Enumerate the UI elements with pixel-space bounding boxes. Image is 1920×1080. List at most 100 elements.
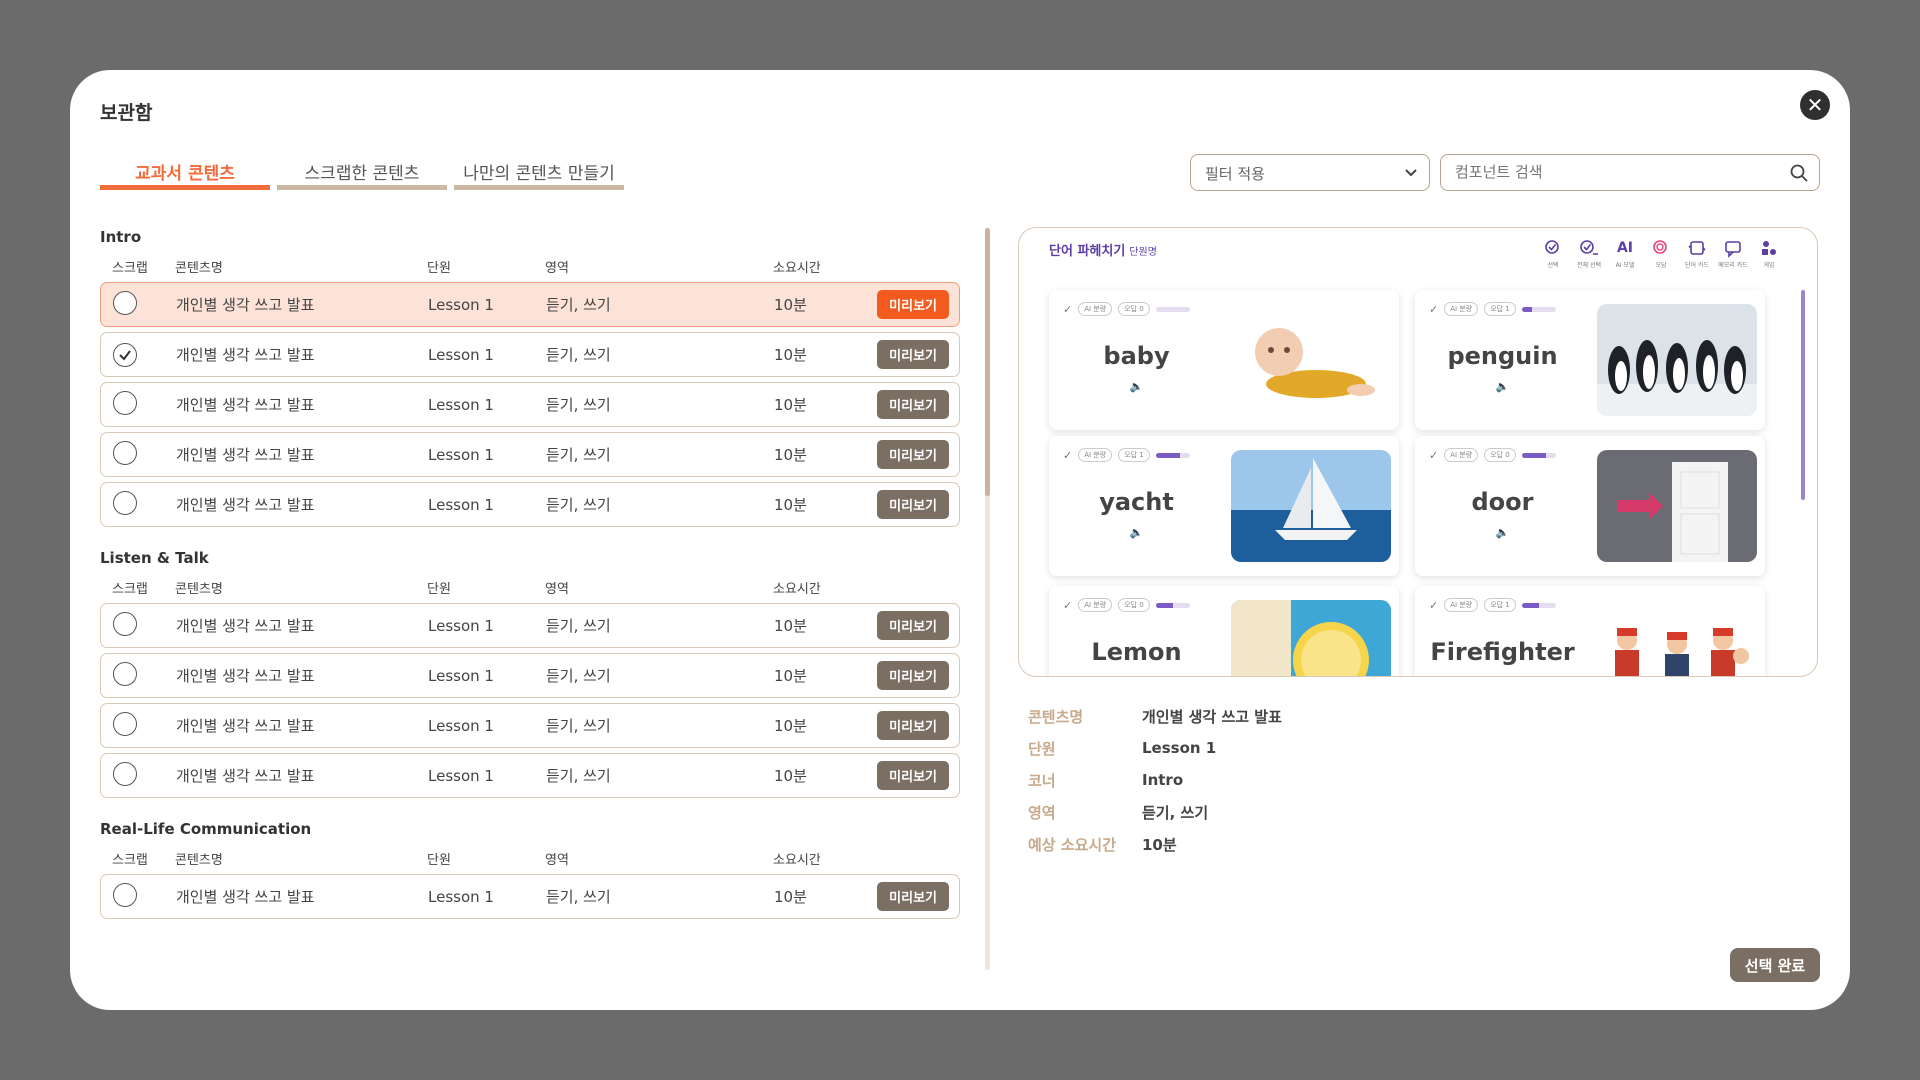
speaker-icon[interactable]: 🔈 xyxy=(1415,526,1590,539)
word-text: penguin xyxy=(1447,342,1558,370)
preview-toolbar: 선택 전체 선택 AI AI 모델 오답 단어 카드 메모리 카드 게임 xyxy=(1539,238,1783,269)
preview-button[interactable]: 미리보기 xyxy=(877,711,949,740)
tab-my-content[interactable]: 나만의 콘텐츠 만들기 xyxy=(454,156,624,190)
table-row[interactable]: 개인별 생각 쓰고 발표 Lesson 1 듣기, 쓰기 10분 미리보기 xyxy=(100,653,960,698)
content-details: 콘텐츠명 개인별 생각 쓰고 발표 단원 Lesson 1 코너 Intro 영역 듣기, 쓰… xyxy=(1028,700,1282,860)
scrap-checkbox[interactable] xyxy=(113,761,137,786)
table-row[interactable]: 개인별 생각 쓰고 발표 Lesson 1 듣기, 쓰기 10분 미리보기 xyxy=(100,282,960,327)
table-row[interactable]: 개인별 생각 쓰고 발표 Lesson 1 듣기, 쓰기 10분 미리보기 xyxy=(100,753,960,798)
speaker-icon[interactable]: 🔈 xyxy=(1415,380,1590,393)
word-card[interactable]: ✓ AI 분량 오답 0 Lemon 🔈 xyxy=(1049,586,1399,677)
column-header: 스크랩 콘텐츠명 단원 영역 소요시간 xyxy=(100,571,960,603)
penguin-image xyxy=(1597,304,1757,416)
preview-button[interactable]: 미리보기 xyxy=(877,290,949,319)
preview-button[interactable]: 미리보기 xyxy=(877,661,949,690)
detail-row: 코너 Intro xyxy=(1028,764,1282,796)
memory-card-icon[interactable]: 메모리 카드 xyxy=(1718,238,1748,269)
speaker-icon[interactable]: 🔈 xyxy=(1049,676,1224,677)
check-icon[interactable]: ✓ xyxy=(1429,303,1438,316)
ai-icon[interactable]: AI AI 모델 xyxy=(1611,238,1639,269)
check-icon[interactable]: ✓ xyxy=(1063,599,1072,612)
word-card[interactable]: ✓ AI 분량 오답 0 baby 🔈 xyxy=(1049,290,1399,430)
content-unit: Lesson 1 xyxy=(428,716,494,735)
scrap-checkbox[interactable] xyxy=(113,490,137,515)
preview-button[interactable]: 미리보기 xyxy=(877,390,949,419)
table-row[interactable]: 개인별 생각 쓰고 발표 Lesson 1 듣기, 쓰기 10분 미리보기 xyxy=(100,603,960,648)
content-time: 10분 xyxy=(774,617,807,635)
column-header-name: 콘텐츠명 xyxy=(175,852,223,868)
scrap-checkbox[interactable] xyxy=(113,611,137,636)
section-title: Real-Life Communication xyxy=(100,820,312,838)
word-card-meta: ✓ AI 분량 오답 0 xyxy=(1063,598,1190,612)
column-header-scrap: 스크랩 xyxy=(112,260,148,276)
search-icon[interactable] xyxy=(1789,163,1809,183)
table-row[interactable]: 개인별 생각 쓰고 발표 Lesson 1 듣기, 쓰기 10분 미리보기 xyxy=(100,432,960,477)
table-row[interactable]: 개인별 생각 쓰고 발표 Lesson 1 듣기, 쓰기 10분 미리보기 xyxy=(100,382,960,427)
scrap-checkbox[interactable] xyxy=(113,342,137,367)
word-text: yacht xyxy=(1099,488,1174,516)
table-row[interactable]: 개인별 생각 쓰고 발표 Lesson 1 듣기, 쓰기 10분 미리보기 xyxy=(100,482,960,527)
preview-cell: 미리보기 xyxy=(874,882,959,911)
progress-bar xyxy=(1155,306,1190,312)
speaker-icon[interactable]: 🔈 xyxy=(1049,380,1224,393)
search-input[interactable] xyxy=(1455,163,1775,181)
check-icon[interactable]: ✓ xyxy=(1429,449,1438,462)
check-circle-icon[interactable]: 선택 xyxy=(1539,238,1567,269)
preview-button[interactable]: 미리보기 xyxy=(877,761,949,790)
scrap-checkbox[interactable] xyxy=(113,882,137,907)
preview-cell: 미리보기 xyxy=(874,661,959,690)
select-done-button[interactable]: 선택 완료 xyxy=(1730,948,1820,982)
wrong-answer-icon[interactable]: 오답 xyxy=(1647,238,1675,269)
close-icon[interactable]: ✕ xyxy=(1800,90,1830,120)
speaker-icon[interactable]: 🔈 xyxy=(1415,676,1590,677)
tab-bar: 교과서 콘텐츠 스크랩한 콘텐츠 나만의 콘텐츠 만들기 xyxy=(100,156,624,190)
wrong-badge: 오답 1 xyxy=(1118,448,1150,462)
speaker-icon[interactable]: 🔈 xyxy=(1049,526,1224,539)
table-row[interactable]: 개인별 생각 쓰고 발표 Lesson 1 듣기, 쓰기 10분 미리보기 xyxy=(100,874,960,919)
preview-button[interactable]: 미리보기 xyxy=(877,882,949,911)
preview-cell: 미리보기 xyxy=(874,611,959,640)
word-card[interactable]: ✓ AI 분량 오답 0 door 🔈 xyxy=(1415,436,1765,576)
content-time: 10분 xyxy=(774,667,807,685)
scrap-checkbox[interactable] xyxy=(113,390,137,415)
scrap-checkbox[interactable] xyxy=(113,711,137,736)
tool-label: 오답 xyxy=(1655,262,1667,269)
storage-modal: 보관함 ✕ 교과서 콘텐츠 스크랩한 콘텐츠 나만의 콘텐츠 만들기 필터 적용… xyxy=(70,70,1850,1010)
tab-textbook-content[interactable]: 교과서 콘텐츠 xyxy=(100,156,270,190)
preview-panel: 단어 파헤치기 단원명 선택 전체 선택 AI AI 모델 오답 단어 카드 메모리 카드 게임… xyxy=(1018,227,1818,677)
check-icon[interactable]: ✓ xyxy=(1063,303,1072,316)
word-card[interactable]: ✓ AI 분량 오답 1 penguin 🔈 xyxy=(1415,290,1765,430)
scrap-checkbox[interactable] xyxy=(113,290,137,315)
table-row[interactable]: 개인별 생각 쓰고 발표 Lesson 1 듣기, 쓰기 10분 미리보기 xyxy=(100,703,960,748)
tab-scrapped-content[interactable]: 스크랩한 콘텐츠 xyxy=(277,156,447,190)
word-card-icon[interactable]: 단어 카드 xyxy=(1683,238,1711,269)
scrap-checkbox[interactable] xyxy=(113,440,137,465)
column-header-area: 영역 xyxy=(545,260,569,276)
word-card[interactable]: ✓ AI 분량 오답 1 Firefighter 🔈 xyxy=(1415,586,1765,677)
preview-button[interactable]: 미리보기 xyxy=(877,490,949,519)
check-icon[interactable]: ✓ xyxy=(1429,599,1438,612)
check-icon[interactable]: ✓ xyxy=(1063,449,1072,462)
game-icon[interactable]: 게임 xyxy=(1755,238,1783,269)
preview-scrollbar[interactable] xyxy=(1801,290,1805,500)
filter-select[interactable]: 필터 적용 xyxy=(1190,154,1430,191)
content-unit: Lesson 1 xyxy=(428,495,494,514)
preview-button[interactable]: 미리보기 xyxy=(877,611,949,640)
detail-row: 단원 Lesson 1 xyxy=(1028,732,1282,764)
table-row[interactable]: 개인별 생각 쓰고 발표 Lesson 1 듣기, 쓰기 10분 미리보기 xyxy=(100,332,960,377)
tool-label: 메모리 카드 xyxy=(1718,262,1748,269)
word-card-meta: ✓ AI 분량 오답 1 xyxy=(1429,302,1556,316)
preview-button[interactable]: 미리보기 xyxy=(877,440,949,469)
check-all-icon[interactable]: 전체 선택 xyxy=(1575,238,1603,269)
content-time: 10분 xyxy=(774,888,807,906)
yacht-image xyxy=(1231,450,1391,562)
scrap-checkbox[interactable] xyxy=(113,661,137,686)
ai-badge: AI 분량 xyxy=(1078,302,1113,316)
word-card[interactable]: ✓ AI 분량 오답 1 yacht 🔈 xyxy=(1049,436,1399,576)
tool-label: 선택 xyxy=(1547,262,1559,269)
preview-button[interactable]: 미리보기 xyxy=(877,340,949,369)
content-name: 개인별 생각 쓰고 발표 xyxy=(176,617,315,635)
progress-bar xyxy=(1155,452,1190,458)
list-scrollbar-thumb[interactable] xyxy=(985,228,990,496)
column-header-area: 영역 xyxy=(545,581,569,597)
